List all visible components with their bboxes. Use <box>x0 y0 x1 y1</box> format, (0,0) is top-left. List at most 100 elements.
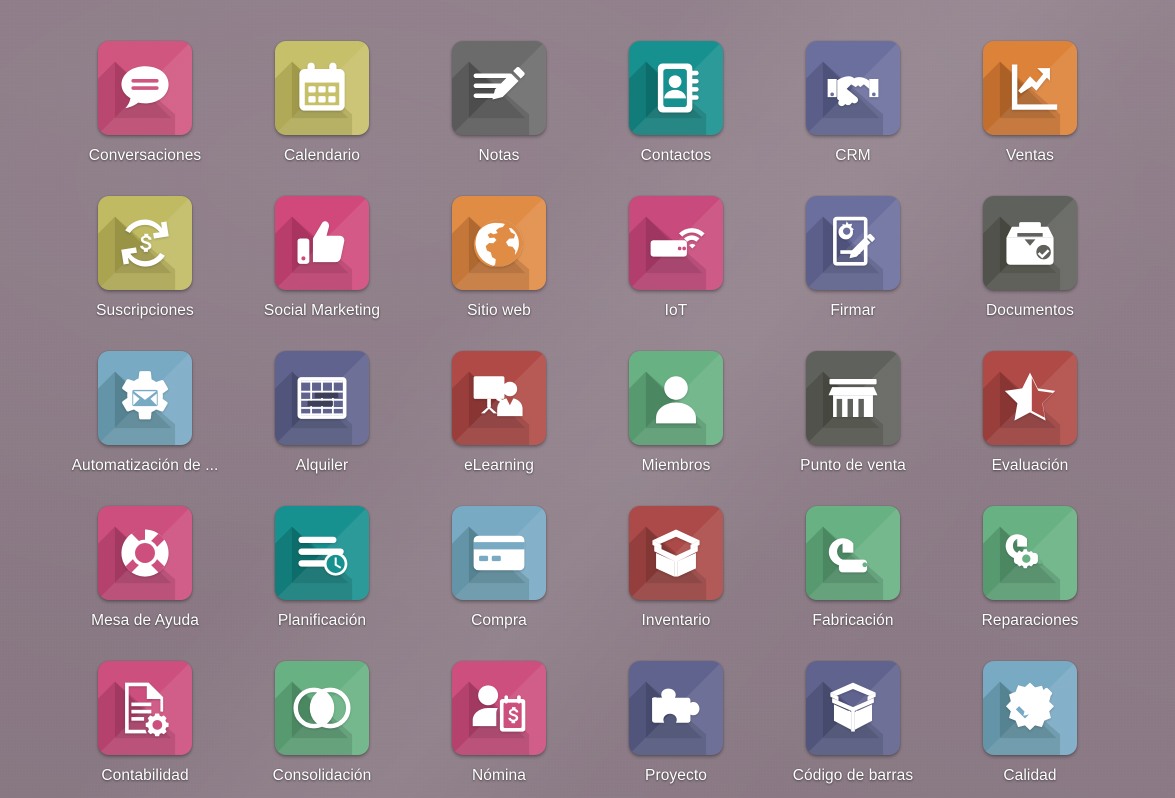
app-label: Sitio web <box>467 302 531 319</box>
app-tile[interactable]: Sitio web <box>411 196 588 351</box>
app-tile[interactable]: Código de barras <box>765 661 942 798</box>
app-icon-shop[interactable] <box>806 351 900 445</box>
app-tile[interactable]: Fabricación <box>765 506 942 661</box>
app-tile[interactable]: Mesa de Ayuda <box>57 506 234 661</box>
app-label: Documentos <box>985 302 1074 319</box>
app-icon-recurring-dollar[interactable] <box>98 196 192 290</box>
app-label: Evaluación <box>991 457 1069 474</box>
app-label: Fabricación <box>812 612 894 629</box>
app-label: eLearning <box>464 457 534 474</box>
open-box-icon <box>647 524 705 582</box>
lifebuoy-icon <box>116 524 174 582</box>
app-icon-person[interactable] <box>629 351 723 445</box>
app-label: Miembros <box>641 457 711 474</box>
app-tile[interactable]: eLearning <box>411 351 588 506</box>
app-tile[interactable]: CRM <box>765 41 942 196</box>
app-tile[interactable]: Ventas <box>942 41 1119 196</box>
app-tile[interactable]: Consolidación <box>234 661 411 798</box>
wrench-icon <box>824 524 882 582</box>
app-tile[interactable]: Compra <box>411 506 588 661</box>
handshake-icon <box>824 59 882 117</box>
app-tile[interactable]: Nómina <box>411 661 588 798</box>
globe-icon <box>470 214 528 272</box>
app-tile[interactable]: Calendario <box>234 41 411 196</box>
app-icon-person-payslip[interactable] <box>452 661 546 755</box>
app-icon-credit-card[interactable] <box>452 506 546 600</box>
app-tile[interactable]: Firmar <box>765 196 942 351</box>
app-label: Contabilidad <box>101 767 189 784</box>
gear-mail-icon <box>116 369 174 427</box>
app-tile[interactable]: Contabilidad <box>57 661 234 798</box>
app-label: Planificación <box>277 612 367 629</box>
thumbs-up-icon <box>293 214 351 272</box>
app-icon-calendar[interactable] <box>275 41 369 135</box>
chat-bubble-icon <box>116 59 174 117</box>
app-icon-star-half[interactable] <box>983 351 1077 445</box>
app-tile[interactable]: Social Marketing <box>234 196 411 351</box>
credit-card-icon <box>470 524 528 582</box>
app-icon-signature-document[interactable] <box>806 196 900 290</box>
app-grid: Conversaciones Calendario Notas Contactos CR… <box>0 0 1175 798</box>
barcode-box-icon <box>824 679 882 737</box>
app-tile[interactable]: Proyecto <box>588 661 765 798</box>
app-tile[interactable]: Miembros <box>588 351 765 506</box>
app-icon-venn-circles[interactable] <box>275 661 369 755</box>
router-wifi-icon <box>647 214 705 272</box>
app-icon-puzzle-piece[interactable] <box>629 661 723 755</box>
invoice-gear-icon <box>116 679 174 737</box>
gantt-table-icon <box>293 369 351 427</box>
app-label: Alquiler <box>295 457 349 474</box>
app-label: Reparaciones <box>981 612 1079 629</box>
app-icon-chat-bubble[interactable] <box>98 41 192 135</box>
app-icon-document-box-check[interactable] <box>983 196 1077 290</box>
app-tile[interactable]: Punto de venta <box>765 351 942 506</box>
app-icon-router-wifi[interactable] <box>629 196 723 290</box>
app-icon-barcode-box[interactable] <box>806 661 900 755</box>
app-icon-thumbs-up[interactable] <box>275 196 369 290</box>
app-icon-handshake[interactable] <box>806 41 900 135</box>
app-tile[interactable]: Alquiler <box>234 351 411 506</box>
app-tile[interactable]: Contactos <box>588 41 765 196</box>
chart-up-icon <box>1001 59 1059 117</box>
app-tile[interactable]: Reparaciones <box>942 506 1119 661</box>
app-icon-lifebuoy[interactable] <box>98 506 192 600</box>
app-icon-invoice-gear[interactable] <box>98 661 192 755</box>
presentation-teacher-icon <box>470 369 528 427</box>
app-icon-globe[interactable] <box>452 196 546 290</box>
address-book-icon <box>647 59 705 117</box>
shop-icon <box>824 369 882 427</box>
app-label: Código de barras <box>792 767 914 784</box>
app-tile[interactable]: Evaluación <box>942 351 1119 506</box>
person-payslip-icon <box>470 679 528 737</box>
app-tile[interactable]: Suscripciones <box>57 196 234 351</box>
app-icon-quality-badge-pencil[interactable] <box>983 661 1077 755</box>
app-tile[interactable]: Automatización de ... <box>57 351 234 506</box>
app-icon-gear-mail[interactable] <box>98 351 192 445</box>
app-icon-wrench[interactable] <box>806 506 900 600</box>
app-label: Social Marketing <box>263 302 381 319</box>
app-tile[interactable]: Inventario <box>588 506 765 661</box>
app-icon-chart-up[interactable] <box>983 41 1077 135</box>
app-icon-gantt-table[interactable] <box>275 351 369 445</box>
person-icon <box>647 369 705 427</box>
app-tile[interactable]: Planificación <box>234 506 411 661</box>
app-tile[interactable]: Conversaciones <box>57 41 234 196</box>
calendar-icon <box>293 59 351 117</box>
app-icon-wrench-gear[interactable] <box>983 506 1077 600</box>
app-icon-address-book[interactable] <box>629 41 723 135</box>
app-label: Consolidación <box>272 767 372 784</box>
app-icon-presentation-teacher[interactable] <box>452 351 546 445</box>
app-label: Punto de venta <box>800 457 906 474</box>
app-tile[interactable]: Documentos <box>942 196 1119 351</box>
app-tile[interactable]: Notas <box>411 41 588 196</box>
app-icon-open-box[interactable] <box>629 506 723 600</box>
app-icon-note-pencil[interactable] <box>452 41 546 135</box>
app-icon-schedule-bars-clock[interactable] <box>275 506 369 600</box>
puzzle-piece-icon <box>647 679 705 737</box>
app-label: Inventario <box>641 612 711 629</box>
app-label: Conversaciones <box>88 147 202 164</box>
app-label: Calidad <box>1003 767 1057 784</box>
app-tile[interactable]: Calidad <box>942 661 1119 798</box>
app-tile[interactable]: IoT <box>588 196 765 351</box>
app-label: Proyecto <box>645 767 707 784</box>
